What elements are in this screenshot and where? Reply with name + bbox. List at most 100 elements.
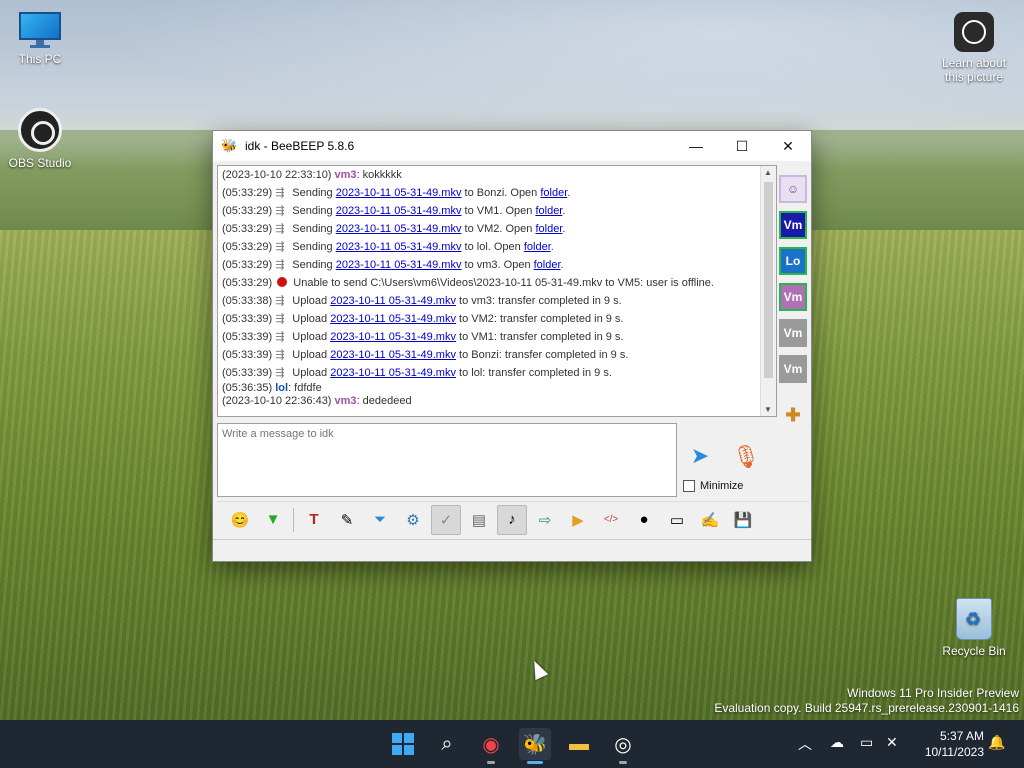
message-input-box[interactable] <box>217 423 677 497</box>
file-link[interactable]: 2023-10-11 05-31-49.mkv <box>336 259 462 271</box>
voice-message-button[interactable]: 🎙 <box>731 441 761 473</box>
favorite-emoticons-button[interactable]: ▼ <box>258 505 288 535</box>
chrome-icon: ◉ <box>482 733 500 756</box>
onedrive-tray-icon[interactable]: ☁ <box>830 734 844 751</box>
chat-transfer-detail: to VM1: transfer completed in 9 s. <box>455 331 624 343</box>
file-link[interactable]: 2023-10-11 05-31-49.mkv <box>336 223 462 235</box>
close-window-button[interactable]: ✕ <box>765 131 811 161</box>
chat-transfer-detail: to vm3. Open <box>461 259 534 271</box>
chat-punctuation: . <box>562 205 566 217</box>
obs-taskbar-button[interactable]: ◎ <box>607 728 639 764</box>
chat-vertical-scrollbar[interactable]: ▲ ▼ <box>760 166 776 416</box>
font-icon: T <box>309 511 319 528</box>
file-link[interactable]: 2023-10-11 05-31-49.mkv <box>336 205 462 217</box>
user-avatar[interactable]: Vm <box>779 283 807 311</box>
add-users-icon[interactable]: ✚ <box>779 401 807 429</box>
error-icon <box>277 277 288 287</box>
obs-icon: ◎ <box>614 733 632 756</box>
user-avatar[interactable]: Lo <box>779 247 807 275</box>
volume-tray-icon[interactable]: ✕ <box>886 734 898 751</box>
chat-username[interactable]: vm3 <box>335 169 357 181</box>
obs-label: OBS Studio <box>8 156 72 170</box>
microphone-icon: 🎙 <box>732 444 760 469</box>
user-avatar[interactable]: Vm <box>779 211 807 239</box>
file-transfer-icon: ⇶ <box>275 313 285 325</box>
taskbar-clock[interactable]: 5:37 AM 10/11/2023 <box>925 728 984 760</box>
spellcheck-button[interactable]: ✓ <box>431 504 461 535</box>
chat-username[interactable]: vm3 <box>335 395 357 407</box>
user-avatar[interactable]: Vm <box>779 355 807 383</box>
chat-line: (05:33:29) ⇶ Sending 2023-10-11 05-31-49… <box>222 202 772 220</box>
window-status-bar <box>213 539 811 561</box>
user-avatar[interactable]: Vm <box>779 319 807 347</box>
open-folder-link[interactable]: folder <box>540 187 567 199</box>
desktop-icon-learn-about-picture[interactable]: Learn about this picture <box>934 12 1014 84</box>
show-hidden-icons-button[interactable]: ︿ <box>798 734 812 754</box>
open-folder-link[interactable]: folder <box>524 241 551 253</box>
notifications-button[interactable]: 🔔 <box>988 734 1005 751</box>
file-link[interactable]: 2023-10-11 05-31-49.mkv <box>336 187 462 199</box>
chat-message-text: : dededeed <box>356 395 412 407</box>
chat-line: (05:33:39) ⇶ Upload 2023-10-11 05-31-49.… <box>222 310 772 328</box>
open-folder-link[interactable]: folder <box>535 205 562 217</box>
minimize-window-button[interactable]: — <box>673 131 719 161</box>
scroll-thumb[interactable] <box>764 182 773 378</box>
chat-transfer-detail: to Bonzi. Open <box>461 187 541 199</box>
font-color-button[interactable]: ✎ <box>332 505 362 535</box>
chat-username[interactable]: lol <box>275 382 288 394</box>
send-message-button[interactable]: ➤ <box>683 441 717 471</box>
sound-button[interactable]: ♪ <box>497 504 527 535</box>
desktop-icon-obs-studio[interactable]: OBS Studio <box>0 108 80 170</box>
settings-button[interactable]: ⚙ <box>398 505 428 535</box>
book-icon: ▤ <box>471 511 487 529</box>
minimize-checkbox-box[interactable] <box>683 480 695 492</box>
chat-history-panel[interactable]: (2023-10-10 22:33:10) vm3: kokkkkk (05:33… <box>217 165 777 417</box>
notes-button[interactable]: ✍ <box>695 505 725 535</box>
chat-transfer-action: Upload <box>289 331 331 343</box>
emoticons-button[interactable]: 😊 <box>225 505 255 535</box>
send-icon: ➤ <box>690 443 710 468</box>
scroll-up-arrow-icon[interactable]: ▲ <box>764 168 772 177</box>
music-note-icon: ♪ <box>508 511 516 528</box>
file-transfer-icon: ⇶ <box>275 295 285 307</box>
chat-line: (05:33:29) ⇶ Sending 2023-10-11 05-31-49… <box>222 238 772 256</box>
send-file-button[interactable]: ⇨ <box>530 505 560 535</box>
user-list-bar: ☺ Vm Lo Vm Vm Vm ✚ <box>777 165 811 499</box>
desktop-icon-this-pc[interactable]: This PC <box>0 12 80 66</box>
computer-icon <box>19 12 61 48</box>
chrome-taskbar-button[interactable]: ◉ <box>475 728 507 764</box>
message-input[interactable] <box>218 424 676 496</box>
file-link[interactable]: 2023-10-11 05-31-49.mkv <box>330 331 456 343</box>
search-button[interactable]: ⌕ <box>431 728 463 760</box>
font-button[interactable]: T <box>299 505 329 535</box>
minimize-checkbox[interactable]: Minimize <box>683 480 743 492</box>
file-transfer-icon: ⇶ <box>275 259 285 271</box>
file-link[interactable]: 2023-10-11 05-31-49.mkv <box>330 367 456 379</box>
open-folder-link[interactable]: folder <box>535 223 562 235</box>
recycle-bin-icon <box>956 598 992 640</box>
screenshot-button[interactable]: ● <box>629 505 659 535</box>
file-explorer-taskbar-button[interactable]: ▬ <box>563 728 595 760</box>
network-tray-icon[interactable]: ▭ <box>860 734 873 751</box>
beebeep-taskbar-button[interactable]: 🐝 <box>519 728 551 764</box>
file-link[interactable]: 2023-10-11 05-31-49.mkv <box>330 313 456 325</box>
dictionary-button[interactable]: ▤ <box>464 505 494 535</box>
open-folder-link[interactable]: folder <box>534 259 561 271</box>
filter-button[interactable]: ⏷ <box>365 505 395 535</box>
maximize-window-button[interactable]: ☐ <box>719 131 765 161</box>
save-chat-button[interactable]: 💾 <box>728 505 758 535</box>
group-avatar[interactable]: ☺ <box>779 175 807 203</box>
screen-capture-button[interactable]: ▭ <box>662 505 692 535</box>
chat-transfer-detail: to VM2. Open <box>461 223 536 235</box>
file-transfer-icon: ⇶ <box>275 331 285 343</box>
file-link[interactable]: 2023-10-11 05-31-49.mkv <box>330 349 456 361</box>
send-folder-button[interactable]: ▶ <box>563 505 593 535</box>
window-titlebar[interactable]: 🐝 idk - BeeBEEP 5.8.6 — ☐ ✕ <box>213 131 811 161</box>
chat-line: (05:33:39) ⇶ Upload 2023-10-11 05-31-49.… <box>222 328 772 346</box>
file-link[interactable]: 2023-10-11 05-31-49.mkv <box>336 241 462 253</box>
file-link[interactable]: 2023-10-11 05-31-49.mkv <box>330 295 456 307</box>
html-code-button[interactable]: </> <box>596 505 626 535</box>
scroll-down-arrow-icon[interactable]: ▼ <box>764 405 772 414</box>
start-button[interactable] <box>387 728 419 760</box>
desktop-icon-recycle-bin[interactable]: Recycle Bin <box>934 598 1014 658</box>
